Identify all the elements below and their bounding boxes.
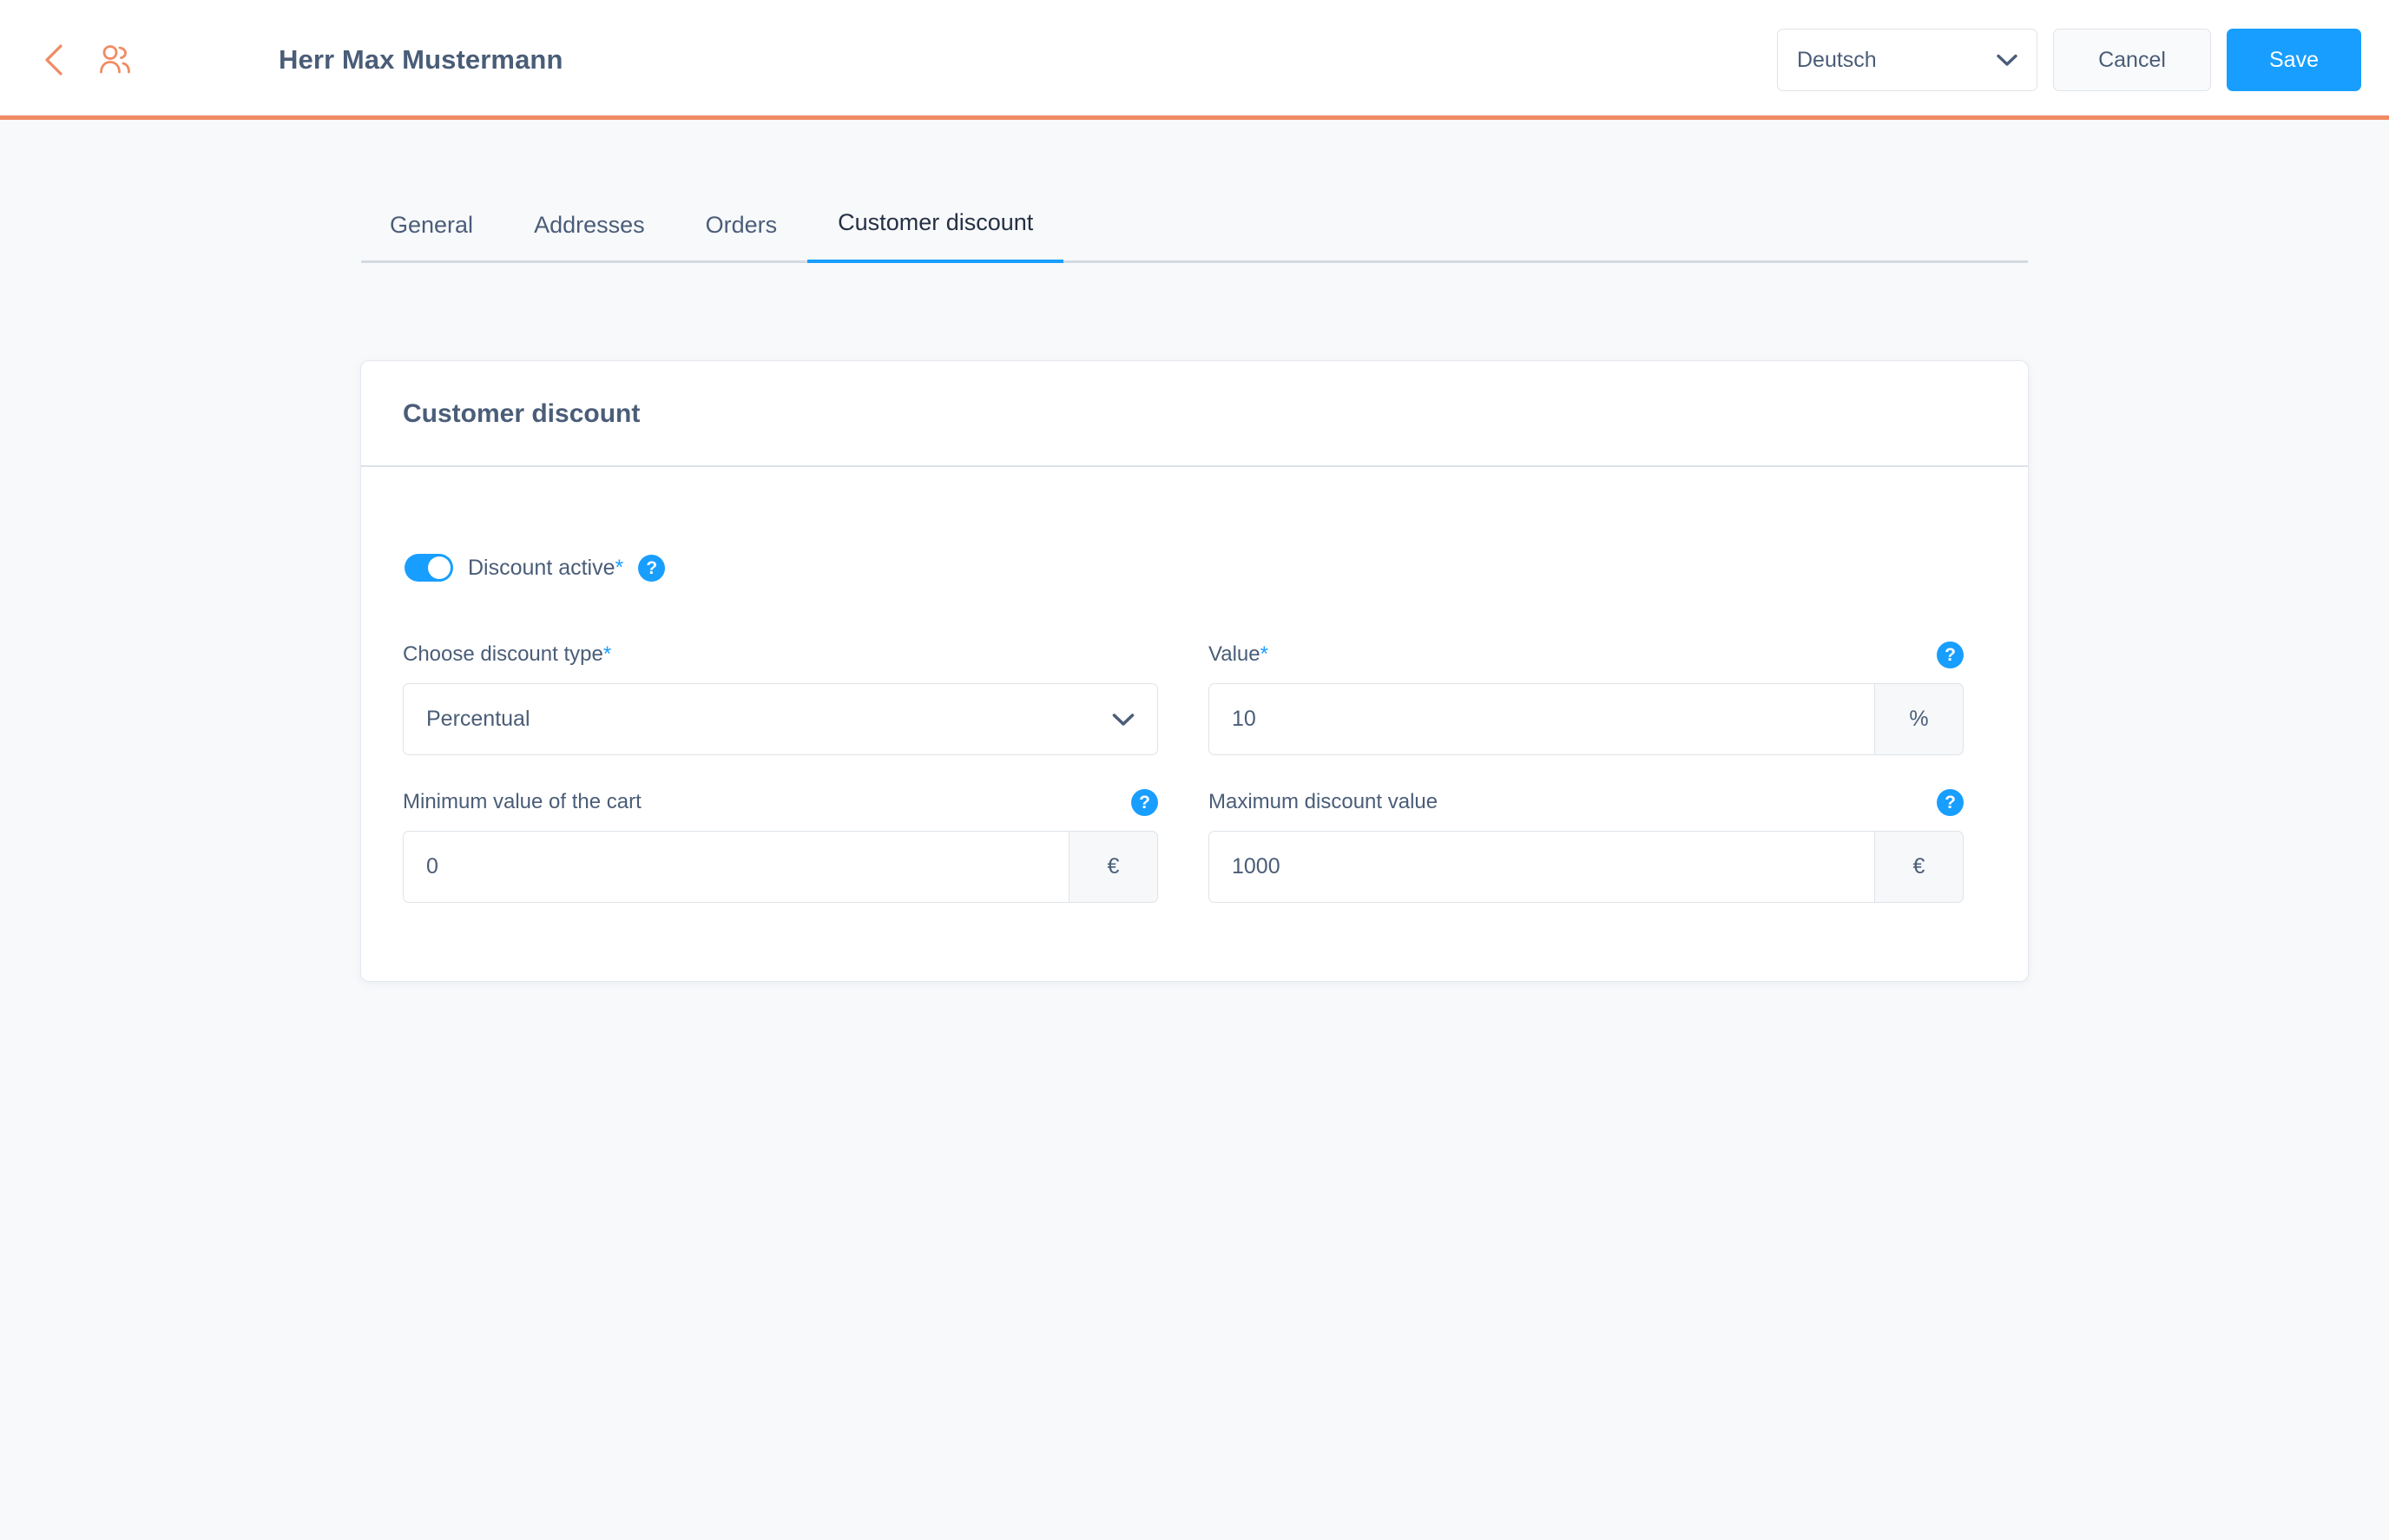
back-button[interactable] <box>35 41 73 79</box>
page-title: Herr Max Mustermann <box>279 44 563 75</box>
field-discount-type: Choose discount type* Percentual <box>403 641 1158 755</box>
header-icon-group <box>35 41 134 79</box>
tab-orders[interactable]: Orders <box>675 212 808 263</box>
discount-active-label: Discount active* <box>468 555 624 580</box>
field-minimum-cart: Minimum value of the cart ? 0 € <box>403 788 1158 903</box>
field-value: Value* ? 10 % <box>1208 641 1964 755</box>
tabs-container: General Addresses Orders Customer discou… <box>361 120 2028 263</box>
discount-active-toggle[interactable] <box>405 554 453 582</box>
discount-active-row: Discount active* ? <box>403 554 1986 582</box>
tab-bar: General Addresses Orders Customer discou… <box>361 207 2028 263</box>
field-discount-type-control: Percentual <box>403 683 1158 755</box>
users-icon <box>100 45 130 74</box>
required-marker: * <box>602 642 612 666</box>
value-unit-suffix: % <box>1874 683 1964 755</box>
field-minimum-cart-control: 0 € <box>403 831 1158 903</box>
tab-addresses[interactable]: Addresses <box>503 212 675 263</box>
header-actions: Deutsch Cancel Save <box>1777 29 2361 91</box>
field-discount-type-label: Choose discount type* <box>403 642 612 666</box>
field-maximum-discount: Maximum discount value ? 1000 € <box>1208 788 1964 903</box>
chevron-down-icon <box>1997 54 2017 67</box>
discount-type-value: Percentual <box>426 707 530 731</box>
field-minimum-cart-label: Minimum value of the cart <box>403 790 642 813</box>
card-title: Customer discount <box>403 399 641 428</box>
minimum-cart-unit-suffix: € <box>1069 831 1158 903</box>
customers-button[interactable] <box>95 41 134 79</box>
discount-form-grid: Choose discount type* Percentual Value* … <box>403 641 1986 903</box>
app-header: Herr Max Mustermann Deutsch Cancel Save <box>0 0 2389 120</box>
field-maximum-discount-label: Maximum discount value <box>1208 790 1438 813</box>
minimum-cart-input[interactable]: 0 <box>403 831 1069 903</box>
discount-active-help-icon[interactable]: ? <box>638 554 666 582</box>
field-minimum-cart-label-row: Minimum value of the cart ? <box>403 788 1158 816</box>
discount-type-select[interactable]: Percentual <box>403 683 1158 755</box>
language-select[interactable]: Deutsch <box>1777 29 2037 91</box>
field-value-control: 10 % <box>1208 683 1964 755</box>
field-value-help-icon[interactable]: ? <box>1937 641 1964 668</box>
chevron-left-icon <box>45 44 63 76</box>
value-input[interactable]: 10 <box>1208 683 1874 755</box>
field-discount-type-label-row: Choose discount type* <box>403 641 1158 668</box>
cancel-button[interactable]: Cancel <box>2053 29 2211 91</box>
language-select-value: Deutsch <box>1797 47 1877 72</box>
field-maximum-discount-help-icon[interactable]: ? <box>1937 788 1964 816</box>
save-button[interactable]: Save <box>2227 29 2361 91</box>
maximum-discount-unit-suffix: € <box>1874 831 1964 903</box>
required-marker: * <box>1260 642 1268 666</box>
toggle-knob <box>428 556 451 579</box>
card-header: Customer discount <box>361 361 2028 467</box>
card-body: Discount active* ? Choose discount type*… <box>361 467 2028 981</box>
page-content: General Addresses Orders Customer discou… <box>0 120 2389 982</box>
field-value-label-row: Value* ? <box>1208 641 1964 668</box>
customer-discount-card: Customer discount Discount active* ? Cho… <box>360 360 2029 982</box>
field-value-label: Value* <box>1208 642 1268 666</box>
tab-customer-discount[interactable]: Customer discount <box>807 209 1064 263</box>
field-minimum-cart-help-icon[interactable]: ? <box>1131 788 1158 816</box>
field-maximum-discount-label-row: Maximum discount value ? <box>1208 788 1964 816</box>
chevron-down-icon <box>1112 713 1135 727</box>
required-marker: * <box>615 555 624 580</box>
tab-general[interactable]: General <box>361 212 503 263</box>
maximum-discount-input[interactable]: 1000 <box>1208 831 1874 903</box>
field-maximum-discount-control: 1000 € <box>1208 831 1964 903</box>
